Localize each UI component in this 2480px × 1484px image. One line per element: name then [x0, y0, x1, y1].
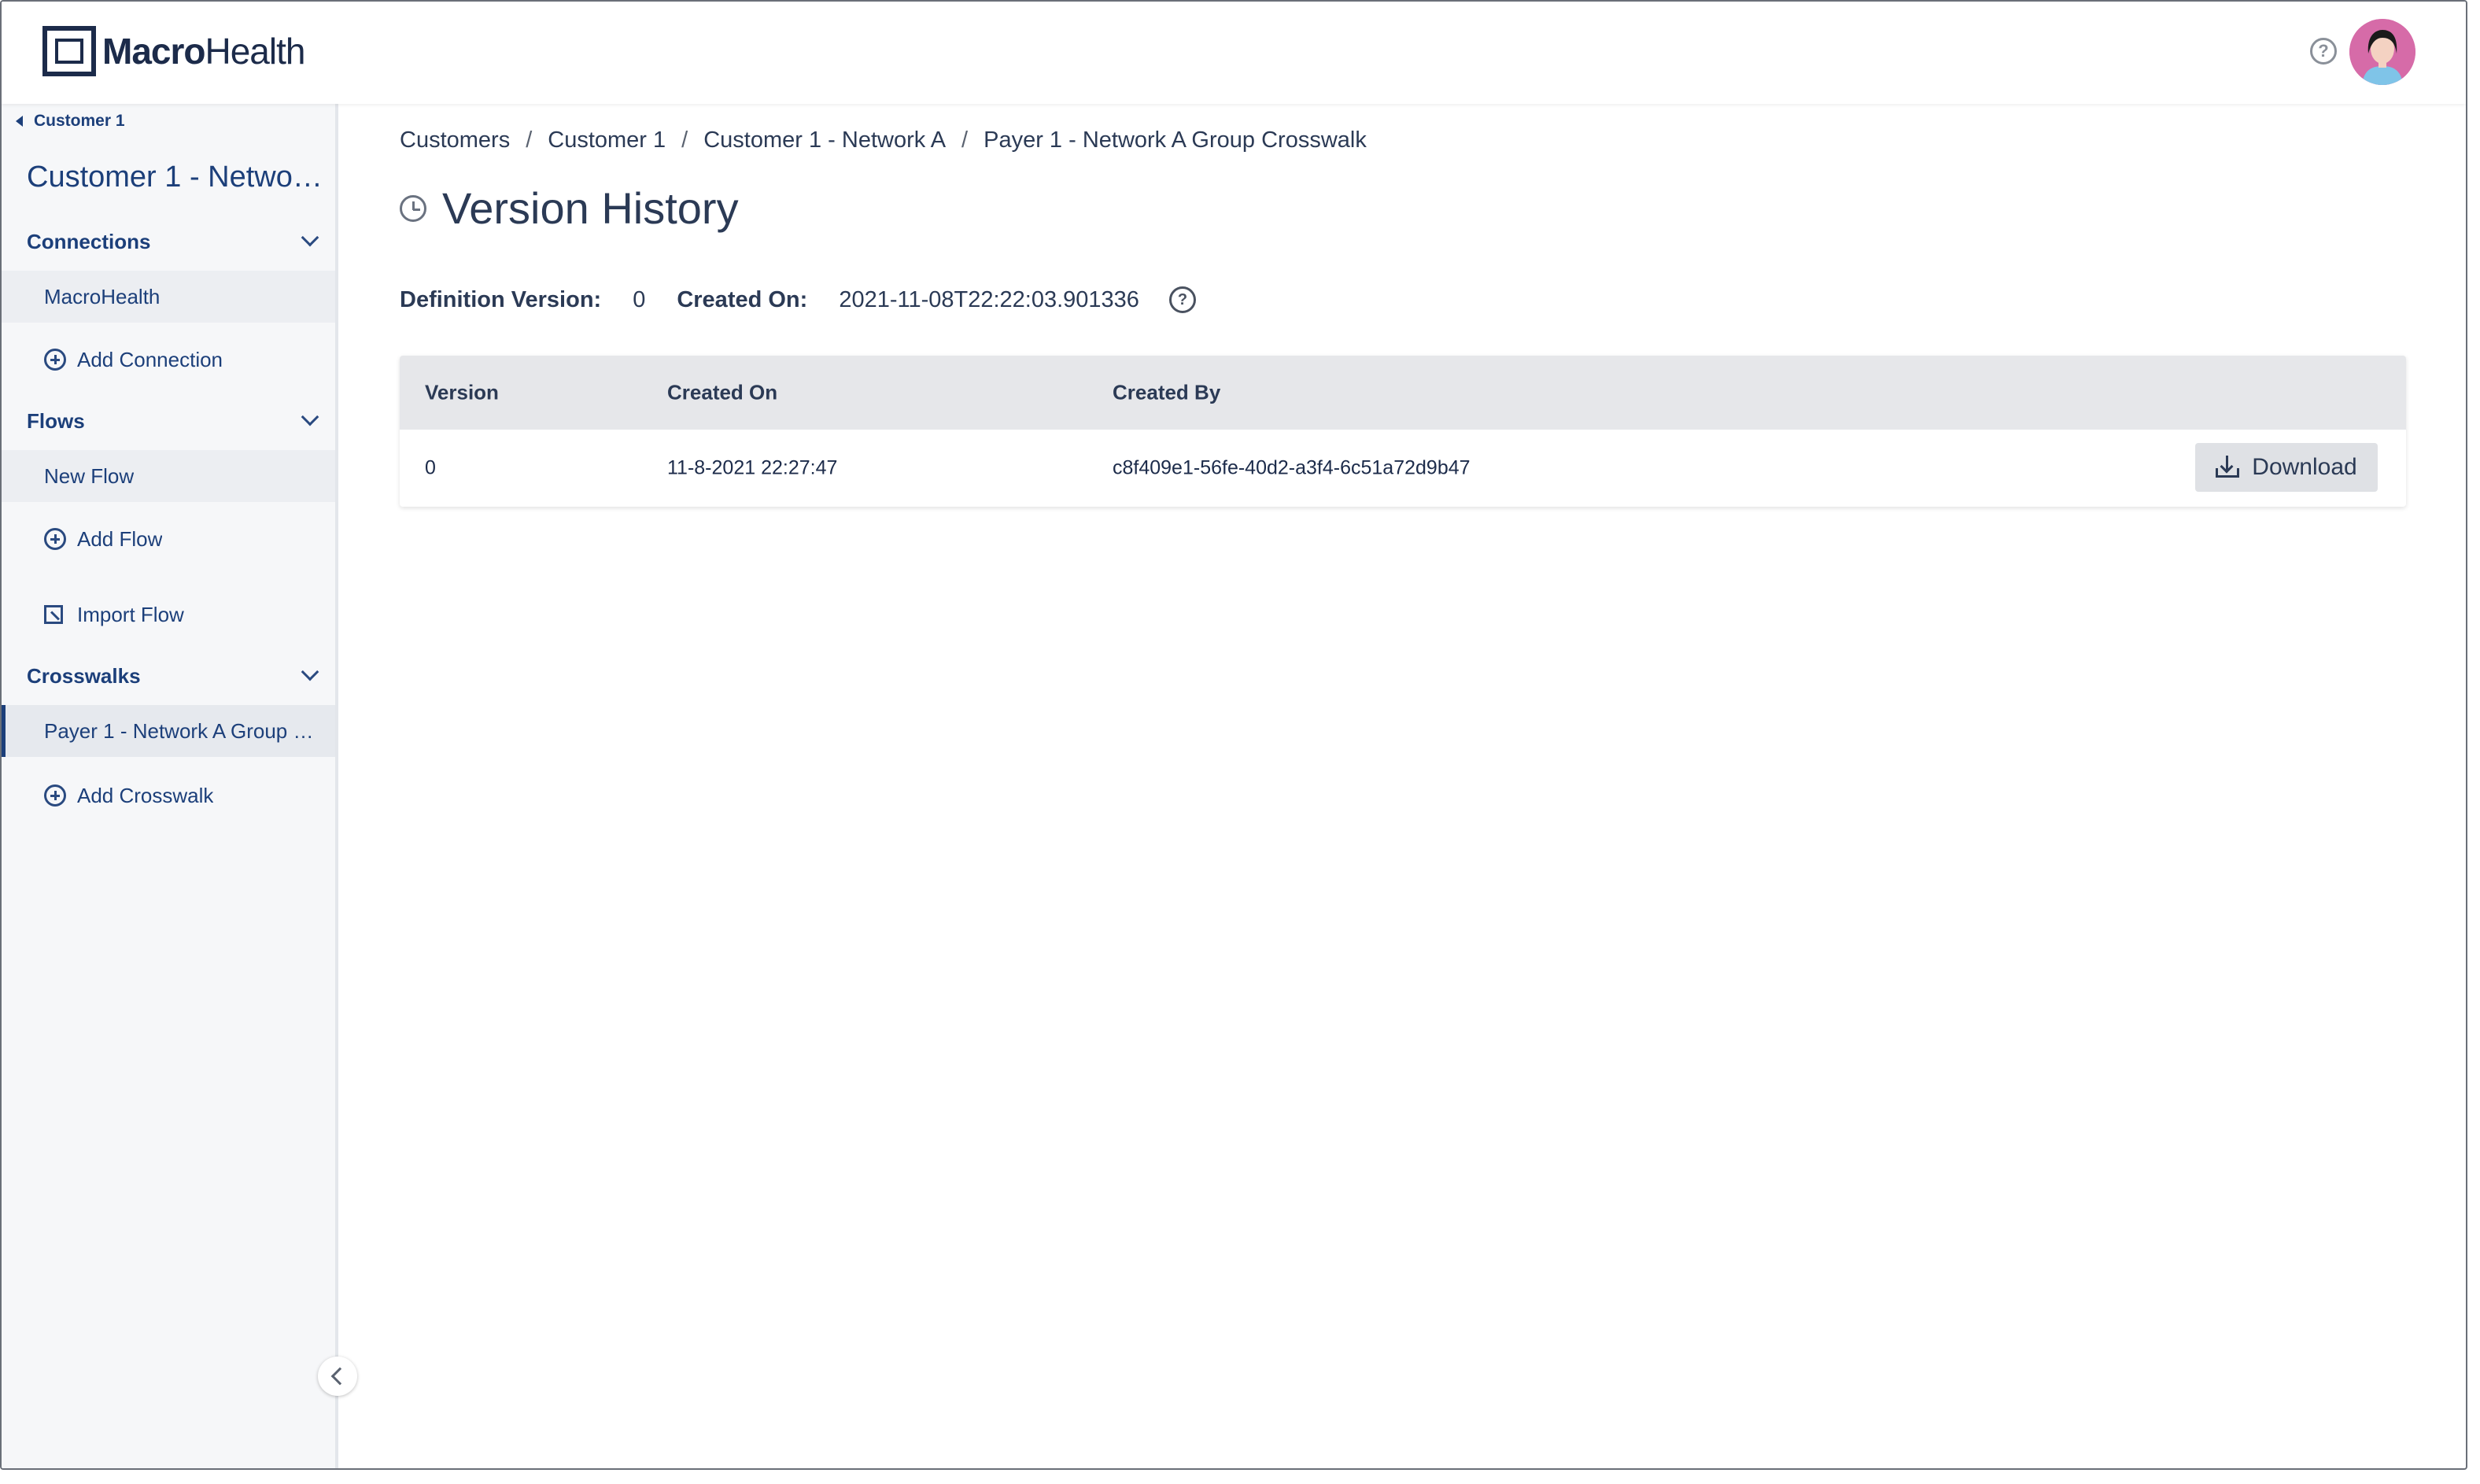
definition-version-value: 0 — [633, 286, 646, 312]
chevron-down-icon — [301, 228, 319, 247]
collapse-sidebar-button[interactable] — [318, 1357, 357, 1396]
download-button[interactable]: Download — [2195, 443, 2378, 492]
add-connection-label: Add Connection — [77, 347, 223, 371]
section-flows[interactable]: Flows — [27, 408, 323, 434]
breadcrumb-crosswalk: Payer 1 - Network A Group Crosswalk — [984, 127, 1367, 153]
help-icon[interactable]: ? — [1168, 286, 1196, 313]
column-header-created-by: Created By — [1113, 380, 1221, 404]
top-header: MacroHealth ? — [2, 2, 2466, 104]
import-flow-button[interactable]: Import Flow — [2, 589, 335, 640]
sidebar-item-payer1-crosswalk[interactable]: Payer 1 - Network A Group Crosswalk — [2, 705, 335, 757]
chevron-down-icon — [301, 663, 319, 681]
section-crosswalks-label: Crosswalks — [27, 664, 141, 688]
avatar-icon — [2349, 19, 2415, 85]
clock-icon — [400, 194, 426, 222]
sidebar-item-new-flow[interactable]: New Flow — [2, 450, 335, 502]
cell-created-on: 11-8-2021 22:27:47 — [667, 456, 838, 479]
breadcrumb-network-a[interactable]: Customer 1 - Network A — [703, 127, 946, 153]
plus-circle-icon — [44, 349, 66, 371]
logo-mark-icon — [42, 26, 96, 76]
page-title: Version History — [442, 183, 739, 233]
sidebar-item-label: Payer 1 - Network A Group Crosswalk — [44, 718, 321, 743]
created-on-value: 2021-11-08T22:22:03.901336 — [839, 286, 1139, 312]
plus-circle-icon — [44, 784, 66, 807]
section-connections[interactable]: Connections — [27, 228, 323, 254]
column-header-version: Version — [425, 380, 499, 404]
page-header: Version History — [400, 183, 739, 234]
breadcrumb-separator: / — [526, 127, 533, 153]
sidebar: Customer 1 Customer 1 - Network A Connec… — [2, 104, 338, 1468]
app-window: MacroHealth ? Customer 1 Customer 1 - Ne… — [0, 0, 2467, 1470]
macrohealth-logo[interactable]: MacroHealth — [42, 26, 305, 76]
import-flow-label: Import Flow — [77, 602, 184, 626]
help-icon[interactable]: ? — [2310, 38, 2337, 65]
caret-left-icon — [16, 116, 23, 127]
breadcrumb-customer-1[interactable]: Customer 1 — [548, 127, 666, 153]
avatar[interactable] — [2349, 19, 2415, 85]
sidebar-item-macrohealth[interactable]: MacroHealth — [2, 271, 335, 323]
chevron-down-icon — [301, 408, 319, 426]
definition-version-label: Definition Version: — [400, 286, 602, 312]
logo-text: MacroHealth — [102, 31, 305, 72]
definition-meta: Definition Version: 0 Created On: 2021-1… — [400, 286, 1196, 313]
download-icon — [2216, 456, 2240, 479]
sidebar-item-label: New Flow — [44, 463, 135, 488]
add-flow-button[interactable]: Add Flow — [2, 513, 335, 565]
version-history-table: Version Created On Created By 0 11-8-202… — [400, 356, 2406, 507]
section-flows-label: Flows — [27, 409, 85, 433]
plus-circle-icon — [44, 528, 66, 550]
import-icon — [44, 605, 63, 624]
breadcrumb-separator: / — [961, 127, 969, 153]
main-content: Customers / Customer 1 / Customer 1 - Ne… — [341, 104, 2466, 1468]
back-link-label: Customer 1 — [34, 112, 125, 130]
add-crosswalk-button[interactable]: Add Crosswalk — [2, 770, 335, 821]
add-flow-label: Add Flow — [77, 526, 163, 551]
section-connections-label: Connections — [27, 230, 151, 253]
table-row: 0 11-8-2021 22:27:47 c8f409e1-56fe-40d2-… — [400, 430, 2406, 507]
breadcrumb: Customers / Customer 1 / Customer 1 - Ne… — [400, 127, 1367, 153]
sidebar-item-label: MacroHealth — [44, 284, 161, 308]
add-connection-button[interactable]: Add Connection — [2, 334, 335, 386]
table-header: Version Created On Created By — [400, 356, 2406, 430]
created-on-label: Created On: — [677, 286, 808, 312]
breadcrumb-separator: / — [681, 127, 688, 153]
download-label: Download — [2252, 454, 2357, 480]
section-crosswalks[interactable]: Crosswalks — [27, 663, 323, 688]
cell-version: 0 — [425, 456, 436, 479]
column-header-created-on: Created On — [667, 380, 778, 404]
cell-created-by: c8f409e1-56fe-40d2-a3f4-6c51a72d9b47 — [1113, 456, 1471, 479]
back-to-customer-link[interactable]: Customer 1 — [16, 112, 125, 131]
add-crosswalk-label: Add Crosswalk — [77, 783, 214, 807]
sidebar-title: Customer 1 - Network A — [27, 161, 326, 194]
breadcrumb-customers[interactable]: Customers — [400, 127, 510, 153]
